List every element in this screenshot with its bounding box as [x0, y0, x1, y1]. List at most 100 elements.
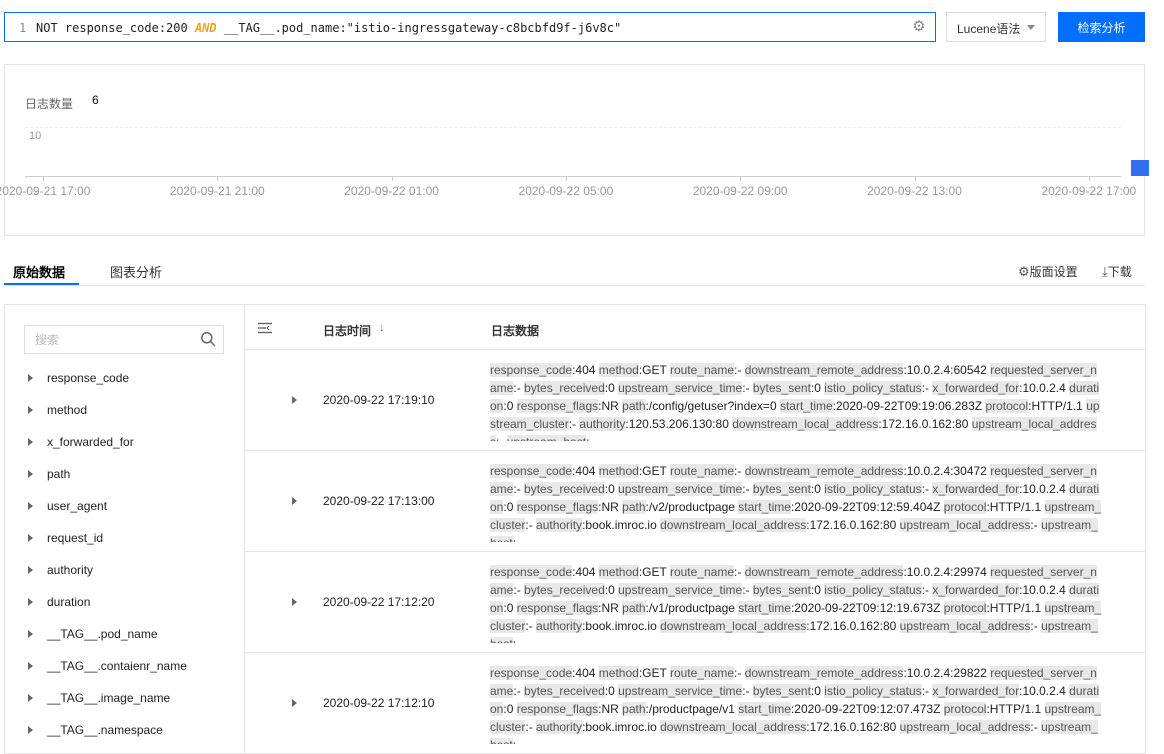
log-value[interactable]: - [746, 684, 750, 698]
log-value[interactable]: - [737, 666, 741, 680]
field-item[interactable]: duration [28, 595, 90, 615]
log-key[interactable]: method [598, 464, 639, 478]
log-value[interactable]: - [516, 738, 520, 744]
field-item[interactable]: __TAG__.namespace [28, 723, 163, 743]
table-row[interactable]: 2020-09-22 17:12:20 response_code:404 met… [245, 552, 1145, 653]
log-value[interactable]: - [517, 583, 521, 597]
log-value[interactable]: 172.16.0.162:80 [810, 518, 897, 532]
log-value[interactable]: /config/getuser?index=0 [649, 399, 777, 413]
log-value[interactable]: - [1034, 720, 1038, 734]
log-value[interactable]: 0 [507, 399, 514, 413]
log-value[interactable]: 10.0.2.4 [1022, 381, 1065, 395]
expand-row-icon[interactable] [292, 396, 297, 404]
log-key[interactable]: x_forwarded_for [932, 583, 1020, 597]
log-key[interactable]: response_code [490, 464, 573, 478]
log-value[interactable]: - [529, 720, 533, 734]
log-key[interactable]: upstream_service_time [618, 684, 743, 698]
log-value[interactable]: 0 [814, 583, 821, 597]
log-value[interactable]: NR [601, 702, 618, 716]
expand-row-icon[interactable] [292, 699, 297, 707]
log-key[interactable]: protocol [943, 702, 987, 716]
field-item[interactable]: __TAG__.image_name [28, 691, 170, 711]
log-value[interactable]: 0 [814, 381, 821, 395]
query-editor[interactable]: 1 NOT response_code:200 AND __TAG__.pod_… [4, 12, 936, 42]
log-key[interactable]: authority [536, 619, 583, 633]
log-key[interactable]: authority [536, 518, 583, 532]
log-value[interactable]: book.imroc.io [585, 720, 656, 734]
log-value[interactable]: 172.16.0.162:80 [882, 417, 969, 431]
log-value[interactable]: 0 [608, 684, 615, 698]
log-key[interactable]: start_time [738, 601, 791, 615]
field-item[interactable]: method [28, 403, 87, 423]
log-value[interactable]: 404 [575, 565, 595, 579]
field-item[interactable]: x_forwarded_for [28, 435, 134, 455]
log-value[interactable]: - [925, 482, 929, 496]
log-value[interactable]: - [737, 363, 741, 377]
log-key[interactable]: x_forwarded_for [932, 684, 1020, 698]
log-value[interactable]: 2020-09-22T09:12:19.673Z [794, 601, 940, 615]
field-item[interactable]: response_code [28, 371, 129, 391]
log-key[interactable]: method [598, 363, 639, 377]
expand-row-icon[interactable] [292, 497, 297, 505]
log-value[interactable]: /productpage/v1 [649, 702, 735, 716]
log-value[interactable]: NR [601, 601, 618, 615]
log-value[interactable]: 172.16.0.162:80 [810, 720, 897, 734]
log-key[interactable]: downstream_remote_address [744, 565, 904, 579]
log-value[interactable]: book.imroc.io [585, 518, 656, 532]
log-key[interactable]: protocol [943, 601, 987, 615]
table-row[interactable]: 2020-09-22 17:13:00 response_code:404 met… [245, 451, 1145, 552]
log-value[interactable]: /v2/productpage [649, 500, 735, 514]
log-key[interactable]: downstream_local_address [732, 417, 879, 431]
log-value[interactable]: - [499, 435, 503, 441]
log-value[interactable]: HTTP/1.1 [990, 601, 1041, 615]
log-value[interactable]: - [516, 637, 520, 643]
log-key[interactable]: bytes_received [524, 482, 605, 496]
log-key[interactable]: method [598, 565, 639, 579]
layout-settings-button[interactable]: ⚙版面设置 [1018, 263, 1078, 280]
log-value[interactable]: 2020-09-22T09:19:06.283Z [836, 399, 982, 413]
tab-chart-analysis[interactable]: 图表分析 [110, 262, 162, 281]
sort-arrow-icon[interactable]: ↓ [379, 320, 385, 334]
field-search-input[interactable] [25, 326, 215, 353]
log-key[interactable]: x_forwarded_for [932, 381, 1020, 395]
expand-caret-icon[interactable] [28, 501, 33, 510]
expand-caret-icon[interactable] [28, 373, 33, 382]
log-value[interactable]: 10.0.2.4:30472 [907, 464, 987, 478]
download-button[interactable]: ⤓下载 [1102, 263, 1132, 280]
log-key[interactable]: start_time [738, 702, 791, 716]
field-item[interactable]: __TAG__.contaienr_name [28, 659, 187, 679]
log-key[interactable]: response_flags [516, 399, 599, 413]
log-key[interactable]: upstream_local_address [899, 518, 1031, 532]
field-item[interactable]: __TAG__.pod_name [28, 627, 158, 647]
log-value[interactable]: 0 [608, 482, 615, 496]
log-value[interactable]: NR [601, 399, 618, 413]
log-value[interactable]: - [529, 518, 533, 532]
log-value[interactable]: 10.0.2.4:60542 [907, 363, 987, 377]
log-value[interactable]: - [925, 381, 929, 395]
log-key[interactable]: istio_policy_status [824, 482, 922, 496]
log-key[interactable]: path [622, 601, 646, 615]
log-key[interactable]: bytes_sent [752, 583, 811, 597]
log-key[interactable]: istio_policy_status [824, 684, 922, 698]
log-key[interactable]: response_flags [516, 702, 599, 716]
expand-caret-icon[interactable] [28, 565, 33, 574]
log-value[interactable]: - [589, 435, 593, 441]
log-value[interactable]: - [517, 381, 521, 395]
log-value[interactable]: 0 [507, 702, 514, 716]
field-item[interactable]: user_agent [28, 499, 107, 519]
log-value[interactable]: - [746, 482, 750, 496]
log-value[interactable]: - [529, 619, 533, 633]
expand-caret-icon[interactable] [28, 405, 33, 414]
expand-caret-icon[interactable] [28, 437, 33, 446]
log-value[interactable]: 0 [507, 500, 514, 514]
log-key[interactable]: downstream_remote_address [744, 464, 904, 478]
log-key[interactable]: protocol [943, 500, 987, 514]
log-value[interactable]: - [572, 417, 576, 431]
log-key[interactable]: upstream_service_time [618, 482, 743, 496]
log-key[interactable]: downstream_local_address [660, 619, 807, 633]
log-key[interactable]: response_code [490, 666, 573, 680]
log-value[interactable]: 10.0.2.4:29822 [907, 666, 987, 680]
table-row[interactable]: 2020-09-22 17:19:10 response_code:404 met… [245, 350, 1145, 451]
log-value[interactable]: /v1/productpage [649, 601, 735, 615]
expand-caret-icon[interactable] [28, 693, 33, 702]
